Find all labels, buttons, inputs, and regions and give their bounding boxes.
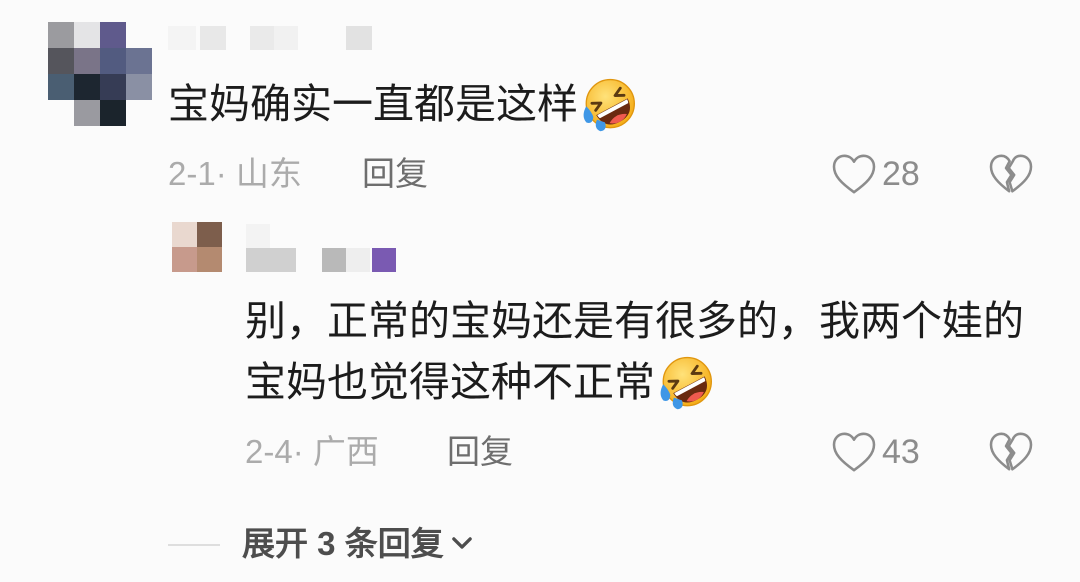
username-blur-block	[246, 224, 270, 248]
username-blur-block	[346, 248, 370, 272]
avatar-mosaic-cell	[197, 222, 222, 247]
avatar-mosaic-cell	[172, 247, 197, 272]
avatar-mosaic-cell	[126, 100, 152, 126]
broken-heart-icon[interactable]	[989, 154, 1033, 194]
heart-icon[interactable]	[832, 432, 876, 472]
avatar-mosaic-cell	[74, 74, 100, 100]
heart-icon[interactable]	[832, 154, 876, 194]
reply-button[interactable]: 回复	[362, 152, 428, 196]
avatar-mosaic-cell	[126, 48, 152, 74]
avatar-mosaic-cell	[100, 100, 126, 126]
commenter-avatar[interactable]	[48, 22, 152, 126]
avatar-mosaic-cell	[48, 22, 74, 48]
avatar-mosaic-cell	[48, 74, 74, 100]
username-blur-block	[274, 26, 298, 50]
username-blur-block	[250, 26, 274, 50]
expand-divider-line	[168, 544, 220, 546]
avatar-mosaic-cell	[100, 48, 126, 74]
rolling-on-the-floor-laughing-icon	[657, 354, 714, 411]
like-count: 43	[882, 433, 920, 471]
avatar-mosaic-cell	[100, 74, 126, 100]
username-blur-block	[346, 26, 372, 50]
avatar-mosaic-cell	[126, 74, 152, 100]
like-count: 28	[882, 155, 920, 193]
chevron-down-icon	[448, 529, 476, 557]
avatar-mosaic-cell	[74, 48, 100, 74]
username-blur-block	[372, 248, 396, 272]
comment-text: 宝妈确实一直都是这样	[168, 76, 637, 136]
avatar-mosaic-cell	[100, 22, 126, 48]
username-blur-block	[168, 26, 196, 50]
avatar-mosaic-cell	[74, 100, 100, 126]
avatar-mosaic-cell	[172, 222, 197, 247]
username-blur-block	[200, 26, 226, 50]
username-blur-block	[246, 248, 296, 272]
avatar-mosaic-cell	[48, 48, 74, 74]
reply-text: 别，正常的宝妈还是有很多的，我两个娃的宝妈也觉得这种不正常	[245, 291, 1045, 414]
expand-replies-button[interactable]: 展开 3 条回复	[242, 522, 476, 566]
username-blur-block	[322, 248, 346, 272]
avatar-mosaic-cell	[126, 22, 152, 48]
avatar-mosaic-cell	[197, 247, 222, 272]
reply-button[interactable]: 回复	[447, 430, 513, 474]
avatar-mosaic-cell	[48, 100, 74, 126]
reply-date-location: 2-4· 广西	[245, 433, 379, 470]
comment-date-location: 2-1· 山东	[168, 155, 302, 192]
replier-avatar[interactable]	[172, 222, 222, 272]
comment-text-content: 宝妈确实一直都是这样	[168, 81, 578, 127]
rolling-on-the-floor-laughing-icon	[580, 76, 637, 133]
broken-heart-icon[interactable]	[989, 432, 1033, 472]
expand-replies-label: 展开 3 条回复	[242, 525, 444, 562]
reply-text-content: 别，正常的宝妈还是有很多的，我两个娃的宝妈也觉得这种不正常	[245, 298, 1024, 405]
avatar-mosaic-cell	[74, 22, 100, 48]
